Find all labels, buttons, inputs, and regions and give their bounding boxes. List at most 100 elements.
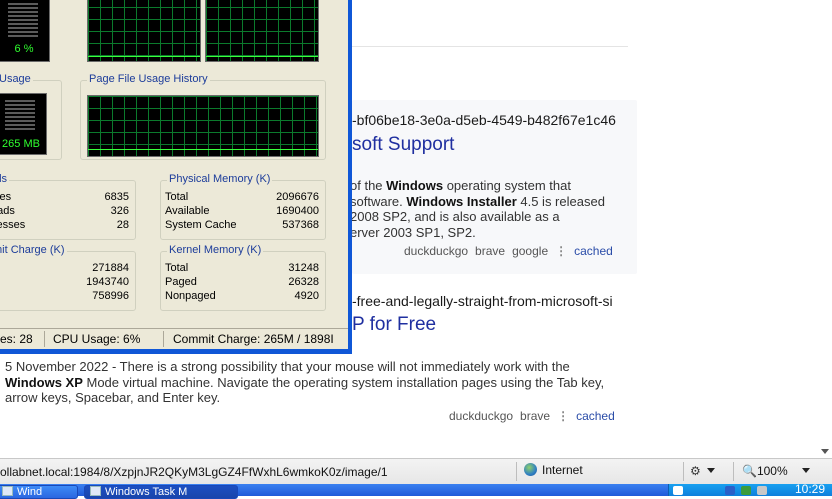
result-2-snippet: 5 November 2022 - There is a strong poss… [5,359,645,406]
pf-usage-group: Usage 265 MB [0,73,62,160]
graph-line [88,149,318,150]
processes-count: es: 28 [0,332,33,346]
divider [352,46,628,47]
more-options-icon[interactable]: ⋮ [555,244,567,258]
cpu-usage-meter: 6 % [0,0,50,62]
stat-value: 6835 [104,191,129,203]
stat-row: Total 2096676 [165,191,319,205]
status-separator [733,462,734,481]
totals-group: als dles 6835 eads 326 cesses 28 [0,173,136,240]
tray-icon[interactable] [673,486,683,495]
meter-bars [5,100,35,130]
protected-mode-toggle[interactable]: ⚙ [690,464,715,478]
zoom-control[interactable]: 🔍100% [742,464,810,478]
stat-row: Paged 26328 [165,276,319,290]
stat-key: dles [0,191,12,203]
stat-value: 1943740 [86,276,129,288]
stat-key: Nonpaged [165,290,216,302]
status-separator [683,462,684,481]
chevron-down-icon [801,468,810,473]
engine-label: duckduckgo [404,244,469,258]
stat-key: cesses [0,219,26,231]
system-tray: 10:29 [668,482,832,496]
graph-line [88,56,200,57]
snippet-line: software. Windows Installer 4.5 is relea… [350,193,605,209]
stat-value: 28 [116,219,129,231]
stat-row: al271884 [0,262,129,276]
status-separator [516,462,517,481]
snippet-line: Windows XP Mode virtual machine. Navigat… [5,374,605,390]
stat-row: System Cache 537368 [165,219,319,233]
taskbar-label: Wind [17,486,43,498]
snippet-line: 2008 SP2, and is also available as a [350,209,560,224]
stat-key: Paged [165,276,197,288]
engine-label: google [512,244,549,258]
result-1-snippet: of the Windows operating system that sof… [350,178,630,240]
window-icon [2,486,13,496]
pf-usage-label: Usage [0,73,33,85]
zoom-icon: 🔍 [742,464,757,478]
stat-row: Nonpaged 4920 [165,290,319,304]
stat-key: Total [165,191,189,203]
network-icon[interactable] [725,486,735,495]
status-separator [163,331,164,347]
snippet-line: 5 November 2022 - There is a strong poss… [5,359,570,374]
result-1-title[interactable]: soft Support [352,134,454,156]
stat-key: Total [165,262,189,274]
kernel-memory-title: Kernel Memory (K) [167,244,264,256]
security-zone[interactable]: Internet [524,463,583,477]
scroll-down-icon[interactable] [821,449,829,454]
page-file-history-label: Page File Usage History [87,73,210,85]
page-scrollbar[interactable] [818,0,832,458]
meter-bars [8,3,38,37]
stat-value: 537368 [282,219,319,231]
commit-charge-title: mit Charge (K) [0,244,67,256]
cached-link[interactable]: cached [574,244,613,258]
stat-row: cesses 28 [0,219,129,233]
engine-label: brave [475,244,506,258]
taskbar-label: Windows Task M [105,486,188,498]
taskbar-button-task-manager[interactable]: Windows Task M [84,485,238,499]
result-2-url[interactable]: -free-and-legally-straight-from-microsof… [352,293,613,309]
engine-label: duckduckgo [449,409,514,423]
stat-row: dles 6835 [0,191,129,205]
commit-charge-status: Commit Charge: 265M / 1898I [173,332,334,346]
result-2-title[interactable]: P for Free [352,314,436,336]
clock[interactable]: 10:29 [795,482,825,496]
taskbar-button-wind[interactable]: Wind [0,485,78,499]
stat-key: eads [0,205,15,217]
task-manager-icon [90,486,101,496]
stat-row: eads 326 [0,205,129,219]
result-2-engines: duckduckgo brave ⋮ cached [449,409,622,423]
windows-taskbar: Wind Windows Task M 10:29 [0,482,832,499]
result-1-url[interactable]: -bf06be18-3e0a-d5eb-4549-b482f67e1c46 [352,112,616,128]
stat-key: Available [165,205,210,217]
stat-row: k758996 [0,290,129,304]
cpu-history-graph [87,0,201,62]
stat-value: 4920 [294,290,319,302]
zoom-level: 100% [756,464,788,478]
kernel-memory-group: Kernel Memory (K) Total 31248 Paged 26328 … [160,244,326,311]
physical-memory-title: Physical Memory (K) [167,173,273,185]
cpu-tray-icon[interactable] [741,486,751,495]
gear-icon: ⚙ [690,464,701,478]
stat-value: 26328 [288,276,319,288]
result-1-engines: duckduckgo brave google ⋮ cached [404,244,620,258]
cpu-usage-value: 6 % [14,43,34,55]
page-file-history-graph [87,95,319,157]
stat-value: 326 [110,205,129,217]
stat-row: Available 1690400 [165,205,319,219]
chevron-down-icon [706,468,715,473]
task-manager-body: 6 % Usage 265 MB Page File Usage History [0,0,348,349]
stat-value: 271884 [92,262,129,274]
pf-usage-meter: 265 MB [0,93,47,155]
physical-memory-group: Physical Memory (K) Total 2096676 Availab… [160,173,326,240]
commit-charge-group: mit Charge (K) al271884 t1943740 k758996 [0,244,136,311]
cached-link[interactable]: cached [576,409,615,423]
task-manager-status-bar: es: 28 CPU Usage: 6% Commit Charge: 265M… [0,328,348,349]
volume-icon[interactable] [757,486,767,495]
snippet-line: arrow keys, Spacebar, and Enter key. [5,390,221,405]
stat-value: 2096676 [276,191,319,203]
more-options-icon[interactable]: ⋮ [557,409,569,423]
graph-line [206,56,318,57]
